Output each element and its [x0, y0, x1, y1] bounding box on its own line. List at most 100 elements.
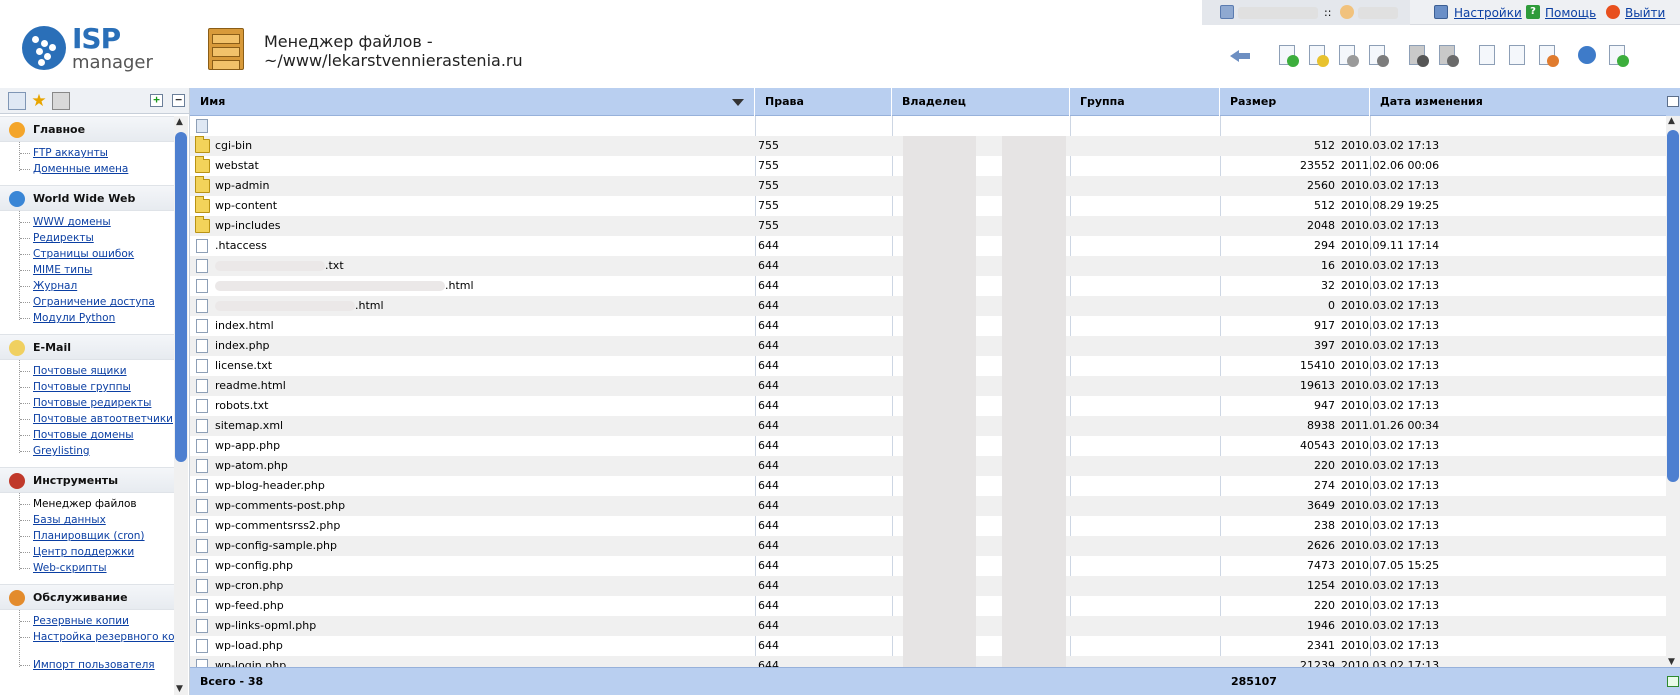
- sidebar-item[interactable]: MIME типы: [0, 262, 174, 278]
- file-name[interactable]: wp-content: [215, 196, 715, 216]
- sidebar-item-label[interactable]: Почтовые группы: [33, 381, 131, 393]
- sidebar-item-label[interactable]: FTP аккаунты: [33, 147, 108, 159]
- sidebar-item[interactable]: Резервные копии: [0, 613, 174, 629]
- sidebar-item-label[interactable]: WWW домены: [33, 216, 111, 228]
- file-name[interactable]: license.txt: [215, 356, 715, 376]
- sidebar-item[interactable]: Web-скрипты: [0, 560, 174, 576]
- scroll-up-icon[interactable]: ▲: [176, 117, 183, 127]
- help-icon[interactable]: ?: [1526, 5, 1540, 19]
- column-modified[interactable]: Дата изменения: [1370, 88, 1666, 116]
- file-name[interactable]: wp-blog-header.php: [215, 476, 715, 496]
- sidebar-item[interactable]: Менеджер файлов: [0, 496, 174, 512]
- file-name[interactable]: index.html: [215, 316, 715, 336]
- file-name[interactable]: index.php: [215, 336, 715, 356]
- parent-dir-row[interactable]: [190, 116, 1666, 136]
- new-file-icon[interactable]: [1274, 42, 1300, 68]
- up-directory-icon[interactable]: [196, 119, 208, 133]
- scroll-up-icon[interactable]: ▲: [1668, 116, 1675, 126]
- sidebar-item-label[interactable]: Настройка резервного копирования: [33, 631, 189, 643]
- sidebar-item-label[interactable]: MIME типы: [33, 264, 92, 276]
- sidebar-item[interactable]: Почтовые домены: [0, 427, 174, 443]
- download-url-icon[interactable]: [1574, 42, 1600, 68]
- file-name[interactable]: sitemap.xml: [215, 416, 715, 436]
- sidebar-item-label[interactable]: Greylisting: [33, 445, 90, 457]
- sidebar-scroll-thumb[interactable]: [175, 132, 187, 462]
- sidebar-item-label[interactable]: Журнал: [33, 280, 77, 292]
- scroll-down-icon[interactable]: ▼: [176, 684, 183, 694]
- sidebar-item[interactable]: Настройка резервного копирования: [0, 629, 189, 657]
- column-name[interactable]: Имя: [190, 88, 755, 116]
- file-name[interactable]: .txt: [215, 256, 715, 276]
- isp-manager-logo[interactable]: ISP manager: [22, 22, 162, 76]
- briefcase-icon[interactable]: [52, 92, 70, 110]
- column-permissions[interactable]: Права: [755, 88, 892, 116]
- sidebar-item-label[interactable]: Доменные имена: [33, 163, 128, 175]
- file-name[interactable]: wp-config.php: [215, 556, 715, 576]
- file-name[interactable]: .html: [215, 296, 715, 316]
- file-name[interactable]: wp-config-sample.php: [215, 536, 715, 556]
- sidebar-item[interactable]: Редиректы: [0, 230, 174, 246]
- file-name[interactable]: wp-includes: [215, 216, 715, 236]
- sidebar-item-label[interactable]: Почтовые редиректы: [33, 397, 151, 409]
- file-name[interactable]: wp-feed.php: [215, 596, 715, 616]
- sidebar-item-label[interactable]: Web-скрипты: [33, 562, 107, 574]
- sidebar-item[interactable]: Почтовые автоответчики: [0, 411, 174, 427]
- sidebar-item[interactable]: Модули Python: [0, 310, 174, 326]
- sidebar-item-label[interactable]: Менеджер файлов: [33, 498, 137, 510]
- upload-icon[interactable]: [1404, 42, 1430, 68]
- sidebar-item[interactable]: Импорт пользователя: [0, 657, 174, 673]
- sidebar-item[interactable]: Доменные имена: [0, 161, 174, 177]
- sidebar-item-label[interactable]: Почтовые домены: [33, 429, 134, 441]
- scroll-down-icon[interactable]: ▼: [1668, 657, 1675, 667]
- sidebar-item[interactable]: Планировщик (cron): [0, 528, 174, 544]
- file-name[interactable]: wp-links-opml.php: [215, 616, 715, 636]
- file-name[interactable]: wp-login.php: [215, 656, 715, 667]
- file-name[interactable]: wp-app.php: [215, 436, 715, 456]
- sidebar-item-label[interactable]: Редиректы: [33, 232, 94, 244]
- file-name[interactable]: .html: [215, 276, 715, 296]
- file-name[interactable]: webstat: [215, 156, 715, 176]
- file-name[interactable]: wp-comments-post.php: [215, 496, 715, 516]
- collapse-all-icon[interactable]: −: [172, 94, 185, 107]
- help-link[interactable]: Помощь: [1545, 6, 1596, 20]
- sidebar-item-label[interactable]: Модули Python: [33, 312, 115, 324]
- move-icon[interactable]: [1504, 42, 1530, 68]
- nav-group-2[interactable]: E-Mail: [0, 334, 174, 360]
- back-icon[interactable]: [1228, 42, 1254, 68]
- list-view-icon[interactable]: [8, 92, 26, 110]
- sidebar-item[interactable]: Ограничение доступа: [0, 294, 174, 310]
- edit-file-icon[interactable]: [1304, 42, 1330, 68]
- file-name[interactable]: .htaccess: [215, 236, 715, 256]
- extract-icon[interactable]: [1604, 42, 1630, 68]
- nav-group-0[interactable]: Главное: [0, 116, 174, 142]
- copy-icon[interactable]: [1474, 42, 1500, 68]
- logout-icon[interactable]: [1606, 5, 1620, 19]
- nav-group-1[interactable]: World Wide Web: [0, 185, 174, 211]
- sidebar-item[interactable]: Страницы ошибок: [0, 246, 174, 262]
- export-icon[interactable]: [1667, 676, 1679, 687]
- nav-group-4[interactable]: Обслуживание: [0, 584, 174, 610]
- settings-link[interactable]: Настройки: [1454, 6, 1522, 20]
- column-owner[interactable]: Владелец: [892, 88, 1070, 116]
- sidebar-item[interactable]: Центр поддержки: [0, 544, 174, 560]
- column-group[interactable]: Группа: [1070, 88, 1220, 116]
- file-name[interactable]: cgi-bin: [215, 136, 715, 156]
- logout-link[interactable]: Выйти: [1625, 6, 1665, 20]
- sidebar-item-label[interactable]: Импорт пользователя: [33, 659, 155, 671]
- sidebar-item-label[interactable]: Страницы ошибок: [33, 248, 134, 260]
- file-name[interactable]: robots.txt: [215, 396, 715, 416]
- sidebar-scrollbar[interactable]: ▲ ▼: [174, 116, 188, 695]
- sidebar-item[interactable]: Почтовые ящики: [0, 363, 174, 379]
- paste-icon[interactable]: [1534, 42, 1560, 68]
- sidebar-item-label[interactable]: Резервные копии: [33, 615, 129, 627]
- sidebar-item-label[interactable]: Почтовые автоответчики: [33, 413, 173, 425]
- file-name[interactable]: wp-load.php: [215, 636, 715, 656]
- table-scrollbar[interactable]: ▲ ▼: [1666, 116, 1680, 667]
- table-scroll-thumb[interactable]: [1667, 130, 1679, 482]
- sidebar-item[interactable]: Почтовые группы: [0, 379, 174, 395]
- file-name[interactable]: wp-atom.php: [215, 456, 715, 476]
- sidebar-item-label[interactable]: Центр поддержки: [33, 546, 134, 558]
- sidebar-item[interactable]: FTP аккаунты: [0, 145, 174, 161]
- settings-icon[interactable]: [1434, 5, 1448, 19]
- file-name[interactable]: wp-commentsrss2.php: [215, 516, 715, 536]
